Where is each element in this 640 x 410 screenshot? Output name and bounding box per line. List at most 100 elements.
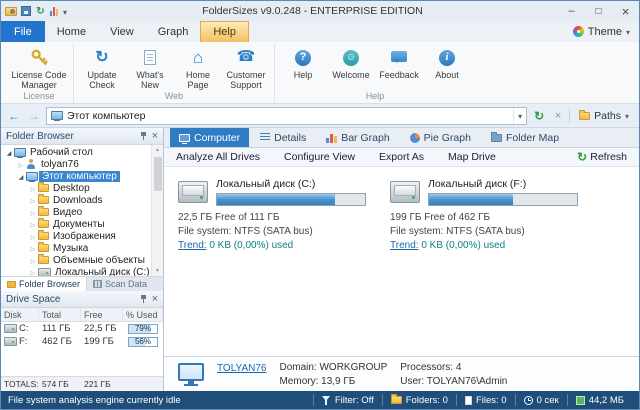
trend-link[interactable]: Trend: [390,240,419,251]
tree-item-selected[interactable]: Этот компьютер [1,170,151,182]
expander-icon[interactable] [28,183,38,194]
quickaccess-chart-icon[interactable] [50,6,59,16]
export-as-button[interactable]: Export As [379,151,424,163]
refresh-icon[interactable]: ↻ [531,109,547,123]
tab-help[interactable]: Help [200,21,249,42]
drive-space-row[interactable]: F: 462 ГБ 199 ГБ 56% [1,335,163,348]
folder-icon [38,196,49,204]
paths-button[interactable]: Paths [574,110,634,122]
tree-item[interactable]: Изображения [1,230,151,242]
expander-icon[interactable] [28,255,38,266]
column-total[interactable]: Total [39,308,81,321]
quick-access-toolbar: ↻ [5,2,67,20]
scroll-down-icon[interactable] [155,266,160,276]
tree-item[interactable]: Локальный диск (C:) [1,266,151,276]
ribbon-group-help: Help Welcome Feedback About Help [274,44,475,103]
column-free[interactable]: Free [81,308,123,321]
stop-icon[interactable]: × [551,110,565,122]
pin-icon[interactable] [139,294,148,304]
feedback-button[interactable]: Feedback [376,44,422,80]
tab-folder-map[interactable]: Folder Map [482,128,568,147]
folder-icon [391,396,402,404]
scroll-up-icon[interactable] [155,145,160,155]
expander-icon[interactable] [28,207,38,218]
location-dropdown[interactable]: Этот компьютер [46,107,527,125]
folder-icon [579,112,590,120]
close-button[interactable] [612,1,639,21]
drive-name: Локальный диск (F:) [428,178,578,190]
expander-icon[interactable] [28,243,38,254]
map-drive-button[interactable]: Map Drive [448,151,496,163]
help-icon [295,47,311,68]
drive-card-c[interactable]: Локальный диск (C:) 22,5 ГБ Free of 111 … [178,178,374,345]
analyze-all-drives-button[interactable]: Analyze All Drives [176,151,260,163]
expander-icon[interactable] [16,159,26,170]
folder-icon [38,184,49,192]
engine-status-text: File system analysis engine currently id… [8,395,313,406]
drive-space-column-headers: Disk Total Free % Used [1,308,163,322]
tree-item[interactable]: Рабочий стол [1,146,151,158]
folder-icon [38,232,49,240]
clock-icon [524,396,533,405]
maximize-button[interactable] [585,1,612,21]
chevron-down-icon[interactable] [513,108,522,124]
expander-icon[interactable] [28,231,38,242]
scroll-thumb[interactable] [154,157,162,191]
about-button[interactable]: About [424,44,470,80]
tree-item[interactable]: Объемные объекты [1,254,151,266]
license-code-manager-button[interactable]: License Code Manager [10,44,68,90]
tab-folder-browser[interactable]: Folder Browser [1,277,87,291]
refresh-button[interactable]: Refresh [577,150,627,164]
quickaccess-save-icon[interactable] [21,6,31,16]
tree-item[interactable]: tolyan76 [1,158,151,170]
tab-graph[interactable]: Graph [146,21,201,42]
status-memory: 44,2 МБ [567,394,632,406]
trend-link[interactable]: Trend: [178,240,207,251]
tab-home[interactable]: Home [45,21,98,42]
trend-value: 0 KB (0,00%) used [209,240,293,251]
home-page-button[interactable]: Home Page [175,44,221,90]
titlebar: ↻ FolderSizes v9.0.248 - ENTERPRISE EDIT… [1,1,639,21]
tree-scrollbar[interactable] [151,145,163,276]
system-info-strip: TOLYAN76 Domain: WORKGROUP Memory: 13,9 … [164,356,639,391]
computer-name-link[interactable]: TOLYAN76 [217,363,266,391]
customer-support-button[interactable]: Customer Support [223,44,269,90]
drive-space-row[interactable]: C: 111 ГБ 22,5 ГБ 79% [1,322,163,335]
minimize-button[interactable] [558,1,585,21]
configure-view-button[interactable]: Configure View [284,151,355,163]
close-panel-icon[interactable] [152,131,158,142]
tree-item[interactable]: Downloads [1,194,151,206]
tab-bar-graph[interactable]: Bar Graph [317,128,398,147]
tree-item[interactable]: Документы [1,218,151,230]
tab-details[interactable]: Details [251,128,315,147]
quickaccess-refresh-icon[interactable]: ↻ [35,6,46,17]
close-panel-icon[interactable] [152,294,158,305]
tab-pie-graph[interactable]: Pie Graph [401,128,480,147]
expander-icon[interactable] [28,219,38,230]
tree-item[interactable]: Музыка [1,242,151,254]
pin-icon[interactable] [139,131,148,141]
expander-icon[interactable] [4,147,14,158]
tab-scan-data[interactable]: Scan Data [87,277,153,291]
column-used[interactable]: % Used [123,308,163,321]
expander-icon[interactable] [28,267,38,277]
expander-icon[interactable] [28,195,38,206]
tab-file[interactable]: File [1,21,45,42]
tree-item[interactable]: Видео [1,206,151,218]
update-check-button[interactable]: Update Check [79,44,125,90]
tab-view[interactable]: View [98,21,146,42]
column-disk[interactable]: Disk [1,308,39,321]
back-icon[interactable]: ← [6,109,22,123]
computer-icon [179,134,190,142]
theme-button[interactable]: Theme [564,21,639,42]
feedback-icon [391,47,407,68]
drive-card-f[interactable]: Локальный диск (F:) 199 ГБ Free of 462 Г… [390,178,586,345]
welcome-button[interactable]: Welcome [328,44,374,80]
tree-item[interactable]: Desktop [1,182,151,194]
palette-icon [573,26,584,37]
forward-icon[interactable]: → [26,109,42,123]
expander-icon[interactable] [16,171,26,182]
tab-computer[interactable]: Computer [170,128,249,147]
help-button[interactable]: Help [280,44,326,80]
whats-new-button[interactable]: What's New [127,44,173,90]
